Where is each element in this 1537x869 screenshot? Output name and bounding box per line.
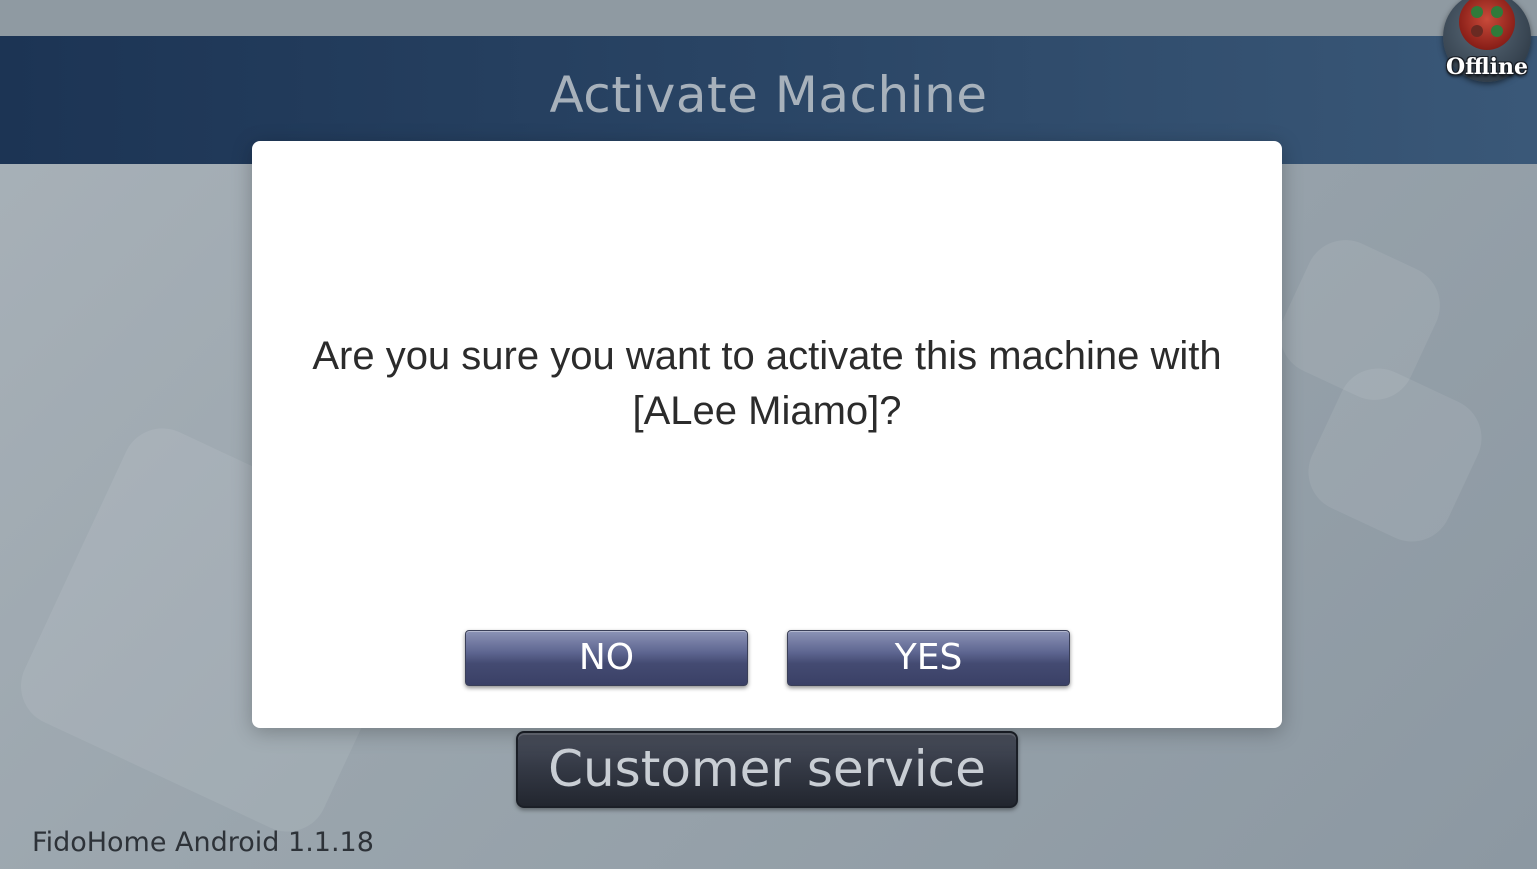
- dialog-message: Are you sure you want to activate this m…: [312, 334, 1222, 433]
- no-button[interactable]: NO: [465, 630, 748, 686]
- yes-button[interactable]: YES: [787, 630, 1070, 686]
- confirm-dialog: Are you sure you want to activate this m…: [252, 141, 1282, 728]
